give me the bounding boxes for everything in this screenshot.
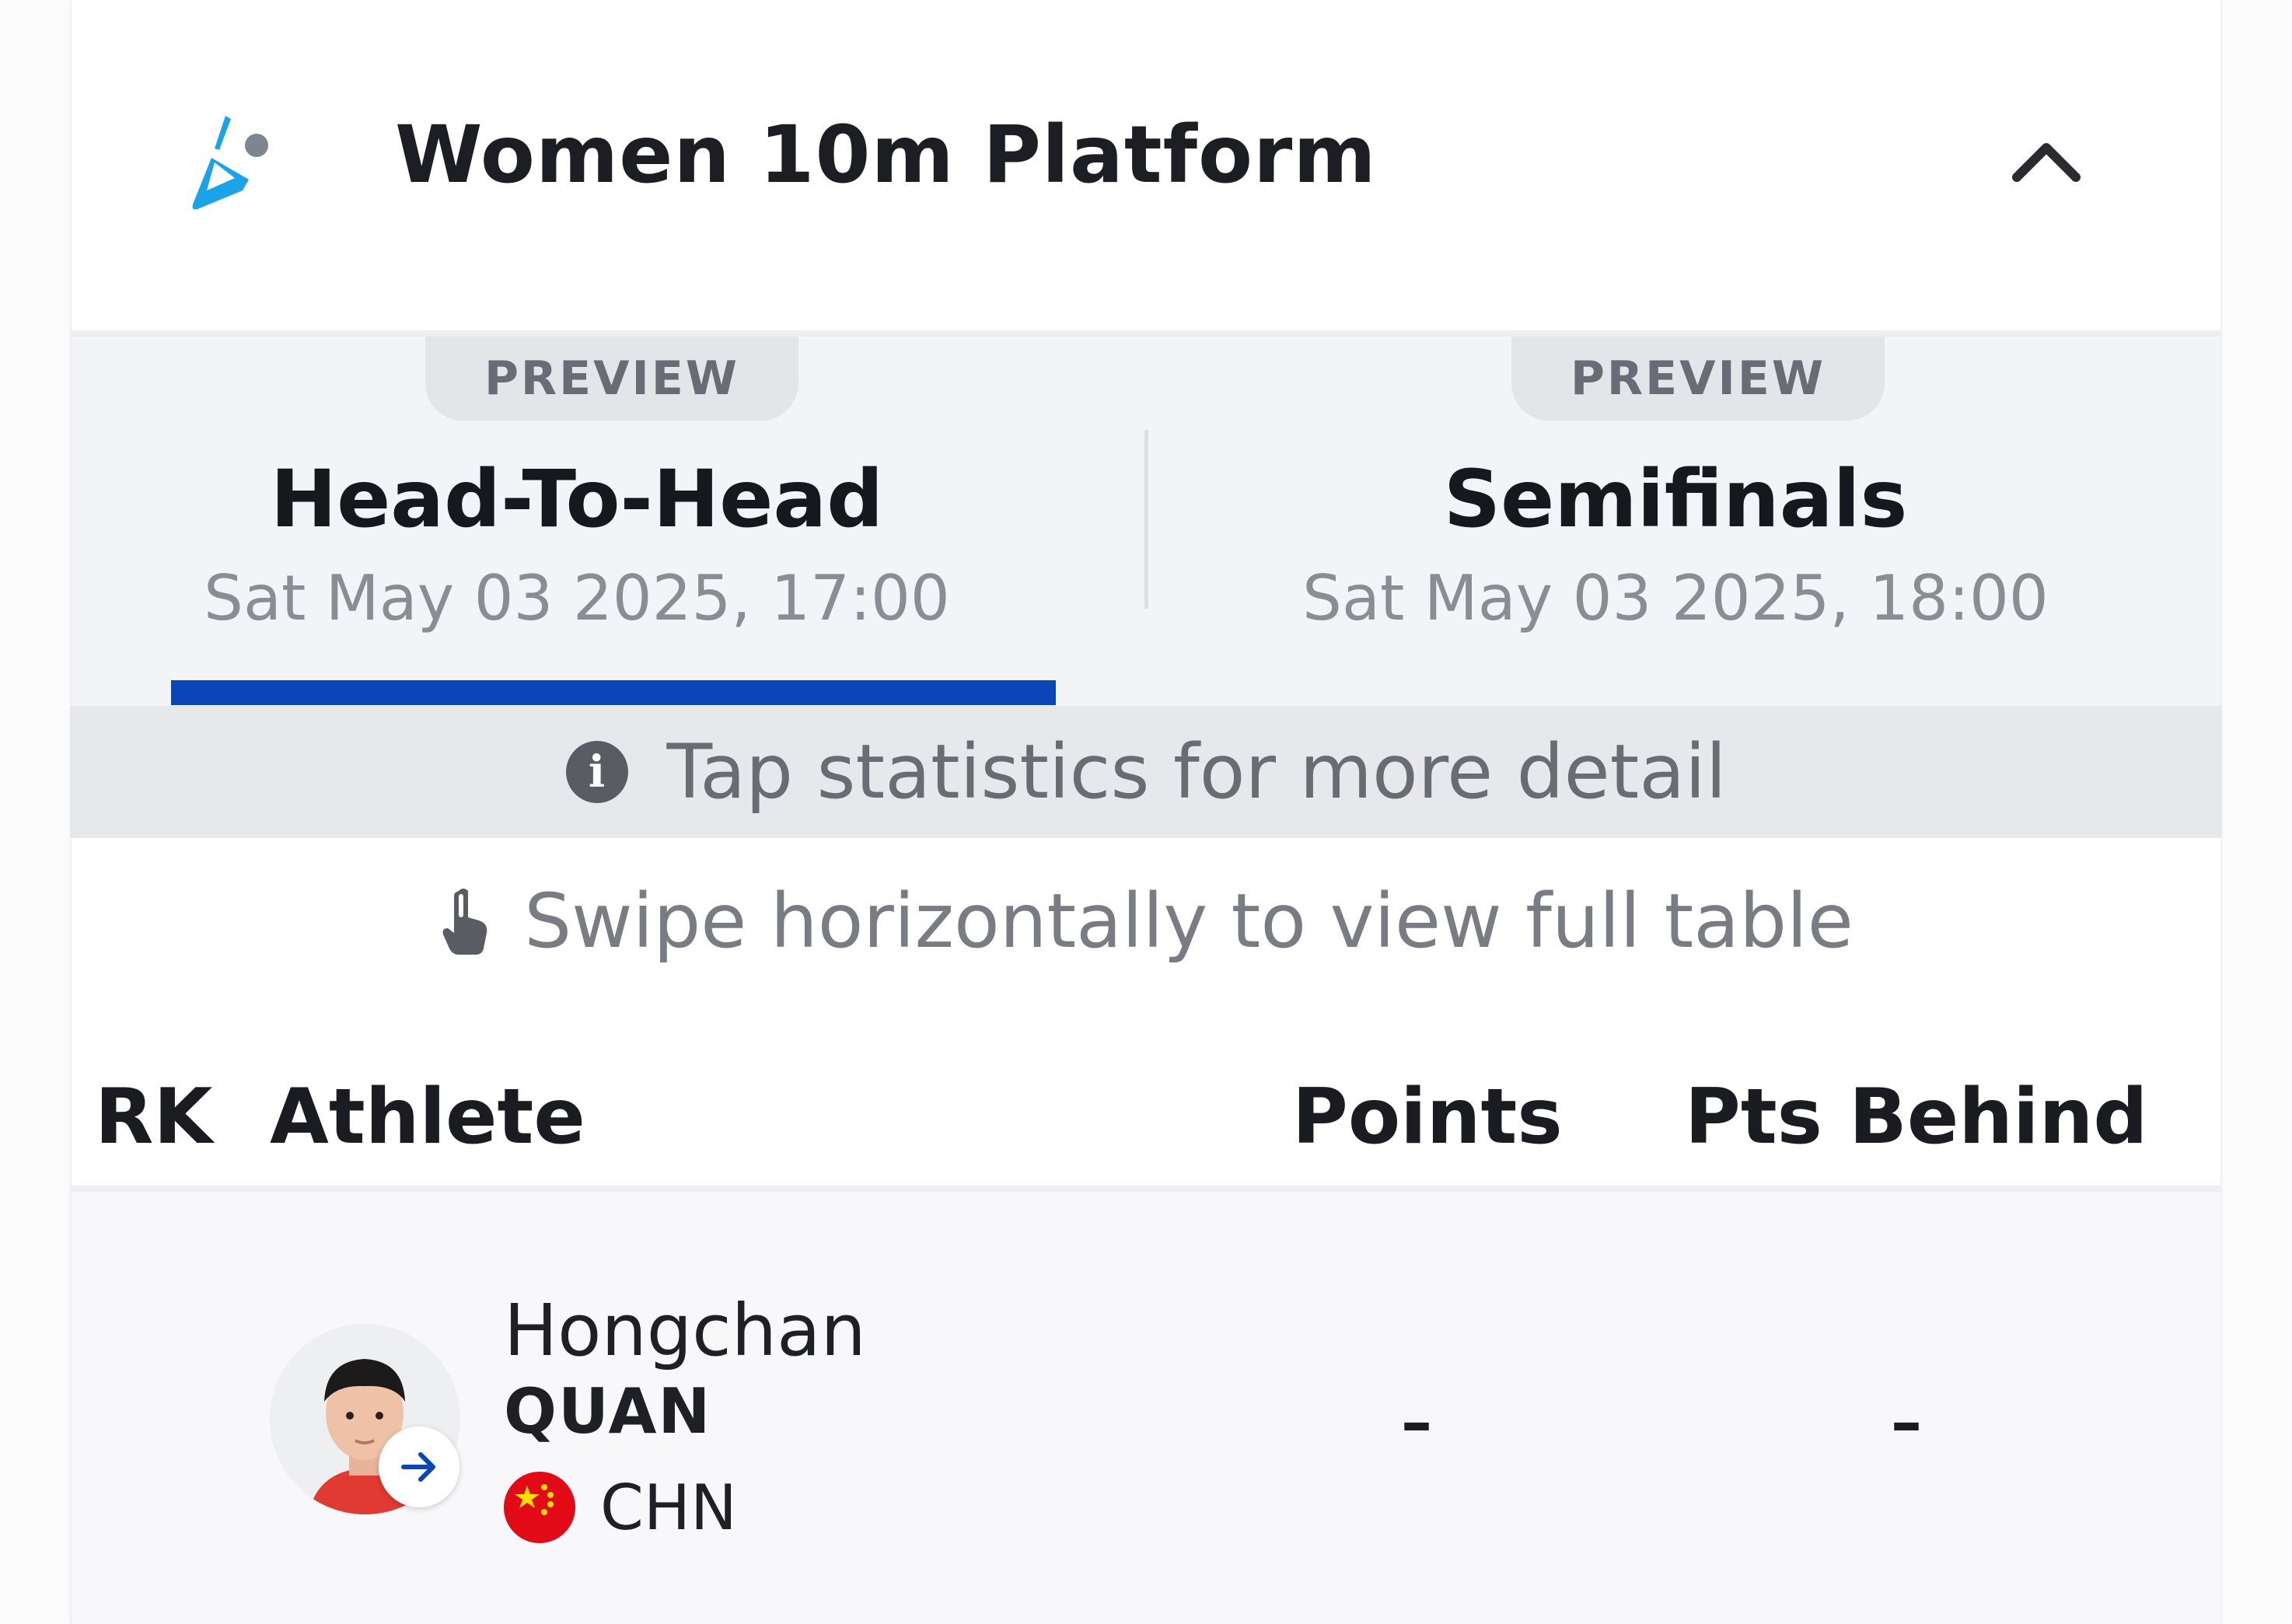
arrow-right-icon <box>401 1452 435 1482</box>
column-header-athlete[interactable]: Athlete <box>270 1073 585 1161</box>
table-row[interactable]: Hongchan QUAN CHN – – <box>72 1192 2220 1624</box>
swipe-text: Swipe horizontally to view full table <box>524 878 1854 965</box>
athlete-avatar[interactable] <box>270 1324 460 1514</box>
event-header[interactable]: Women 10m Platform <box>72 0 2220 337</box>
tab-datetime: Sat May 03 2025, 18:00 <box>1302 562 2049 634</box>
tab-datetime: Sat May 03 2025, 17:00 <box>204 562 950 634</box>
collapse-button[interactable] <box>2000 124 2093 202</box>
info-text: Tap statistics for more detail <box>666 728 1727 815</box>
page-margin-left <box>0 0 70 1624</box>
tab-head-to-head[interactable]: PREVIEW Head-To-Head Sat May 03 2025, 17… <box>72 337 1144 706</box>
column-header-points[interactable]: Points <box>1292 1073 1563 1161</box>
swipe-hint: Swipe horizontally to view full table <box>72 855 2220 987</box>
chevron-up-icon <box>2012 143 2081 182</box>
active-tab-indicator <box>171 680 1056 705</box>
column-header-rank[interactable]: RK <box>95 1073 212 1161</box>
column-header-pts-behind[interactable]: Pts Behind <box>1685 1073 2148 1161</box>
results-table-header: RK Athlete Points Pts Behind <box>72 1042 2220 1192</box>
info-icon: i <box>565 741 628 803</box>
page-margin-right <box>2222 0 2292 1624</box>
preview-badge: PREVIEW <box>1511 337 1885 421</box>
phase-tabs: PREVIEW Head-To-Head Sat May 03 2025, 17… <box>72 337 2220 706</box>
tab-semifinals[interactable]: PREVIEW Semifinals Sat May 03 2025, 18:0… <box>1146 337 2220 706</box>
athlete-profile-link[interactable] <box>379 1427 459 1507</box>
app-screen: Women 10m Platform PREVIEW Head-To-Head … <box>0 0 2292 1624</box>
preview-badge: PREVIEW <box>425 337 798 421</box>
cell-points[interactable]: – <box>1401 1386 1432 1458</box>
athlete-country: CHN <box>600 1472 737 1544</box>
diving-icon <box>192 116 268 210</box>
cell-pts-behind[interactable]: – <box>1891 1386 1922 1458</box>
china-flag-icon <box>504 1472 575 1543</box>
hand-pointer-icon <box>442 889 487 955</box>
athlete-first-name: Hongchan <box>504 1289 866 1372</box>
event-card: Women 10m Platform PREVIEW Head-To-Head … <box>70 0 2222 1624</box>
athlete-last-name: QUAN <box>504 1375 712 1448</box>
tab-label: Head-To-Head <box>270 453 884 546</box>
tab-label: Semifinals <box>1443 453 1908 546</box>
info-banner: i Tap statistics for more detail <box>70 706 2222 838</box>
event-title: Women 10m Platform <box>395 109 1377 201</box>
